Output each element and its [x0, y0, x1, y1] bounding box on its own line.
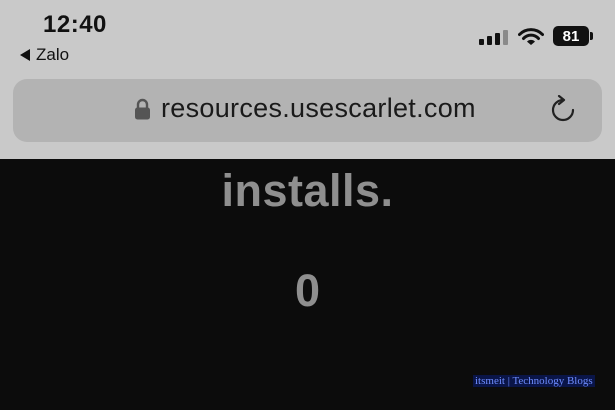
battery-icon: 81	[553, 26, 589, 46]
page-heading: installs.	[221, 165, 394, 216]
status-indicators: 81	[479, 26, 593, 46]
back-app-label: Zalo	[36, 45, 70, 64]
back-to-app-link[interactable]: Zalo	[20, 45, 69, 65]
back-triangle-icon	[20, 49, 30, 61]
battery-tip	[590, 32, 593, 40]
status-time: 12:40	[43, 11, 107, 38]
status-and-browser-bar: 12:40 Zalo 81 resources.usescarlet.com	[0, 0, 615, 159]
wifi-icon	[518, 27, 544, 45]
address-bar[interactable]: resources.usescarlet.com	[13, 79, 602, 142]
watermark: itsmeit | Technology Blogs	[473, 375, 595, 387]
url-text: resources.usescarlet.com	[161, 93, 476, 123]
install-count: 0	[294, 265, 321, 316]
lock-icon	[135, 98, 150, 120]
reload-icon[interactable]	[550, 95, 576, 125]
battery-level: 81	[562, 27, 580, 45]
cellular-signal-icon	[479, 27, 508, 45]
